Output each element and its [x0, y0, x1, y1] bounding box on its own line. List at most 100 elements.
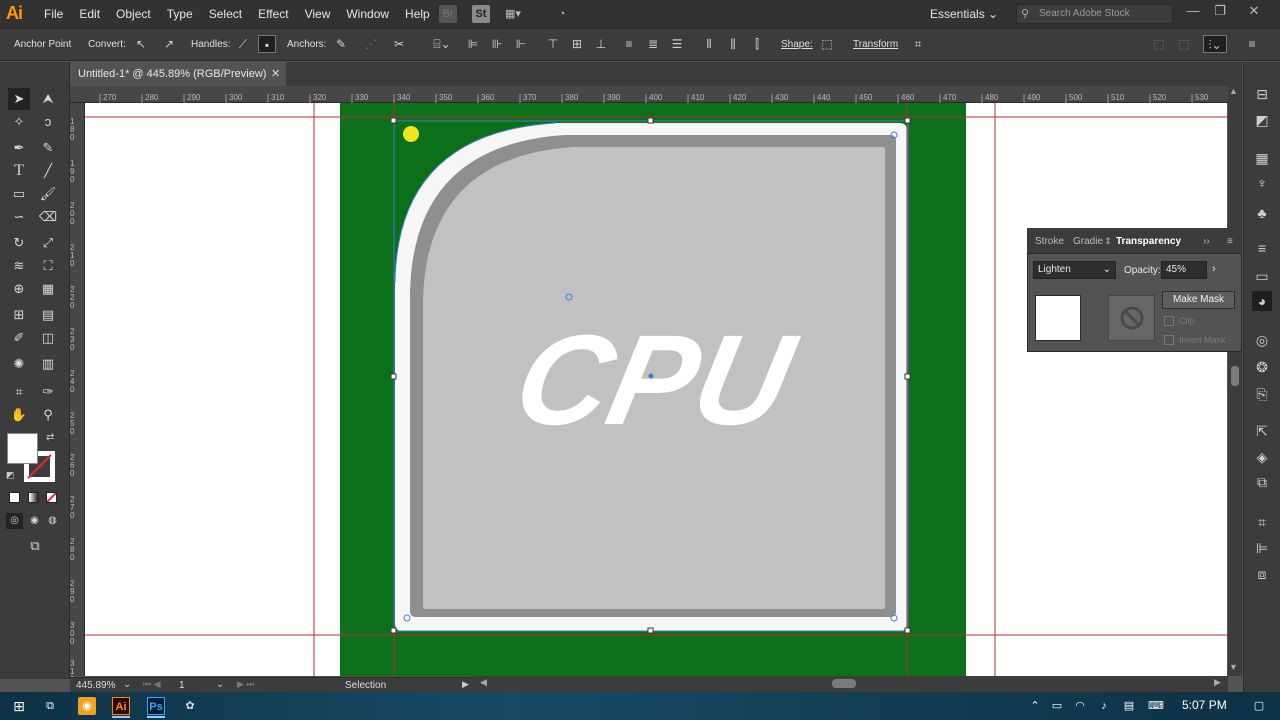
draw-inside-icon[interactable]: ◍	[44, 513, 61, 529]
color-icon[interactable]: ▦	[1252, 148, 1272, 168]
align-left-icon[interactable]: ⊫	[464, 35, 482, 53]
eraser-tool-icon[interactable]: ⌫	[37, 206, 59, 228]
close-tab-icon[interactable]: ✕	[271, 67, 280, 80]
appearance-icon[interactable]: ◎	[1252, 330, 1272, 350]
scroll-down-icon[interactable]: ▼	[1229, 662, 1238, 672]
object-thumbnail[interactable]	[1035, 295, 1081, 341]
transparency-icon[interactable]: ◕	[1252, 291, 1272, 311]
wifi-icon[interactable]: ◠	[1071, 697, 1089, 715]
horizontal-scrollbar[interactable]: ◀ ▶	[470, 676, 1228, 692]
paintbrush-tool-icon[interactable]: 🖌	[37, 183, 59, 205]
menu-file[interactable]: File	[36, 7, 71, 21]
menu-help[interactable]: Help	[397, 7, 438, 21]
show-hidden-icons-icon[interactable]: ⌃	[1026, 697, 1044, 715]
graphic-styles-icon[interactable]: ❂	[1252, 357, 1272, 377]
rectangle-tool-icon[interactable]: ▭	[8, 183, 30, 205]
shape-label[interactable]: Shape:	[781, 39, 813, 50]
distribute-left-icon[interactable]: ⫴	[700, 35, 718, 53]
menu-select[interactable]: Select	[201, 7, 250, 21]
align-middle-icon[interactable]: ⊞	[568, 35, 586, 53]
keyboard-icon[interactable]: ⌨	[1147, 697, 1165, 715]
gpu-performance-icon[interactable]: ◔	[553, 5, 571, 23]
selection-tool-icon[interactable]: ➤	[8, 88, 30, 110]
align-right-icon[interactable]: ⊩	[512, 35, 530, 53]
horizontal-scroll-thumb[interactable]	[832, 679, 856, 688]
curvature-tool-icon[interactable]: ✎	[37, 137, 59, 159]
tab-gradient[interactable]: Gradie	[1073, 236, 1103, 247]
gradient-mode-icon[interactable]	[28, 492, 39, 503]
distribute-top-icon[interactable]: ≡	[620, 35, 638, 53]
eyedropper-tool-icon[interactable]: ✐	[8, 327, 30, 349]
brushes-icon[interactable]: ♆	[1252, 173, 1272, 193]
zoom-level[interactable]: 445.89%	[76, 680, 115, 691]
width-tool-icon[interactable]: ≋	[8, 255, 30, 277]
task-view-icon[interactable]: ⧉	[41, 697, 59, 715]
export-icon[interactable]: ⇱	[1252, 421, 1272, 441]
layers-icon[interactable]: ◈	[1252, 447, 1272, 467]
tab-transparency[interactable]: Transparency	[1116, 236, 1181, 247]
status-menu-icon[interactable]: ▶	[462, 679, 469, 690]
type-tool-icon[interactable]: T	[8, 160, 30, 182]
arrange-documents-icon[interactable]: ▦▾	[504, 5, 522, 23]
align-center-icon[interactable]: ⊪	[488, 35, 506, 53]
draw-behind-icon[interactable]: ◉	[26, 513, 43, 529]
distribute-center-icon[interactable]: ⫼	[724, 35, 742, 53]
zoom-dropdown-icon[interactable]: ⌄	[123, 679, 131, 690]
artboard-number[interactable]: 1	[179, 680, 185, 691]
distribute-right-icon[interactable]: ⫿	[748, 35, 766, 53]
line-tool-icon[interactable]: ╱	[37, 160, 59, 182]
hide-handles-icon[interactable]: ▪	[258, 35, 276, 53]
exit-isolation-icon[interactable]: ⬚	[1175, 35, 1193, 53]
free-transform-tool-icon[interactable]: ⛶	[37, 255, 59, 277]
align-bottom-icon[interactable]: ⊥	[592, 35, 610, 53]
color-mode-icon[interactable]	[9, 492, 20, 503]
photoshop-taskbar-icon[interactable]: Ps	[147, 697, 165, 715]
swap-fill-stroke-icon[interactable]: ⇄	[46, 432, 54, 443]
stock-icon[interactable]: St	[472, 5, 490, 23]
first-artboard-icon[interactable]: ⏮ ◀	[143, 679, 161, 690]
direct-selection-tool-icon[interactable]: ⮝	[37, 88, 59, 110]
cut-path-icon[interactable]: ✂	[390, 35, 408, 53]
connect-anchor-icon[interactable]: ⋰	[362, 35, 380, 53]
transform-icon[interactable]: ⌗	[909, 35, 927, 53]
menu-view[interactable]: View	[297, 7, 339, 21]
firefox-icon[interactable]: ◉	[78, 697, 96, 715]
document-tab[interactable]: Untitled-1* @ 445.89% (RGB/Preview)	[70, 62, 286, 86]
cpu-artwork[interactable]: CPU	[85, 103, 1227, 676]
libraries-icon[interactable]: ◩	[1252, 110, 1272, 130]
pen-tool-icon[interactable]: ✒	[8, 137, 30, 159]
isolate-icon[interactable]: ⌸⌄	[430, 35, 454, 53]
scroll-right-icon[interactable]: ▶	[1214, 677, 1221, 688]
fill-swatch[interactable]	[7, 433, 38, 464]
transform-panel-icon[interactable]: ⌗	[1252, 512, 1272, 532]
vertical-scrollbar[interactable]: ▲ ▼	[1228, 86, 1242, 676]
opacity-slider-toggle-icon[interactable]: ›	[1212, 263, 1216, 275]
mesh-tool-icon[interactable]: ⊞	[8, 304, 30, 326]
close-icon[interactable]: ✕	[1241, 3, 1267, 19]
menu-effect[interactable]: Effect	[250, 7, 296, 21]
scale-tool-icon[interactable]: ⤢	[37, 232, 59, 254]
menu-type[interactable]: Type	[159, 7, 201, 21]
menu-edit[interactable]: Edit	[71, 7, 108, 21]
gradient-icon[interactable]: ▭	[1252, 266, 1272, 286]
convert-smooth-icon[interactable]: ↗	[160, 35, 178, 53]
scroll-up-icon[interactable]: ▲	[1229, 86, 1238, 96]
tab-options-icon[interactable]: ⇕	[1104, 236, 1112, 247]
change-screen-mode-icon[interactable]: ⧉	[24, 535, 46, 557]
isolate-group-icon[interactable]: ⬚	[1150, 35, 1168, 53]
transform-label[interactable]: Transform	[853, 39, 898, 50]
blend-tool-icon[interactable]: ◫	[37, 327, 59, 349]
draw-normal-icon[interactable]: ◎	[6, 513, 23, 529]
bridge-icon[interactable]: Br	[439, 5, 457, 23]
minimize-icon[interactable]: —	[1180, 3, 1206, 18]
menu-window[interactable]: Window	[338, 7, 397, 21]
artboards-icon[interactable]: ⧉	[1252, 472, 1272, 492]
artboard-dropdown-icon[interactable]: ⌄	[216, 679, 224, 690]
distribute-bottom-icon[interactable]: ☰	[668, 35, 686, 53]
shape-bounds-icon[interactable]: ⬚	[818, 35, 836, 53]
align-top-icon[interactable]: ⊤	[544, 35, 562, 53]
taskbar-clock[interactable]: 5:07 PM	[1182, 698, 1227, 712]
panel-menu-icon[interactable]: ⫶⌄	[1203, 35, 1227, 53]
menu-object[interactable]: Object	[108, 7, 159, 21]
stroke-icon[interactable]: ≡	[1252, 238, 1272, 258]
